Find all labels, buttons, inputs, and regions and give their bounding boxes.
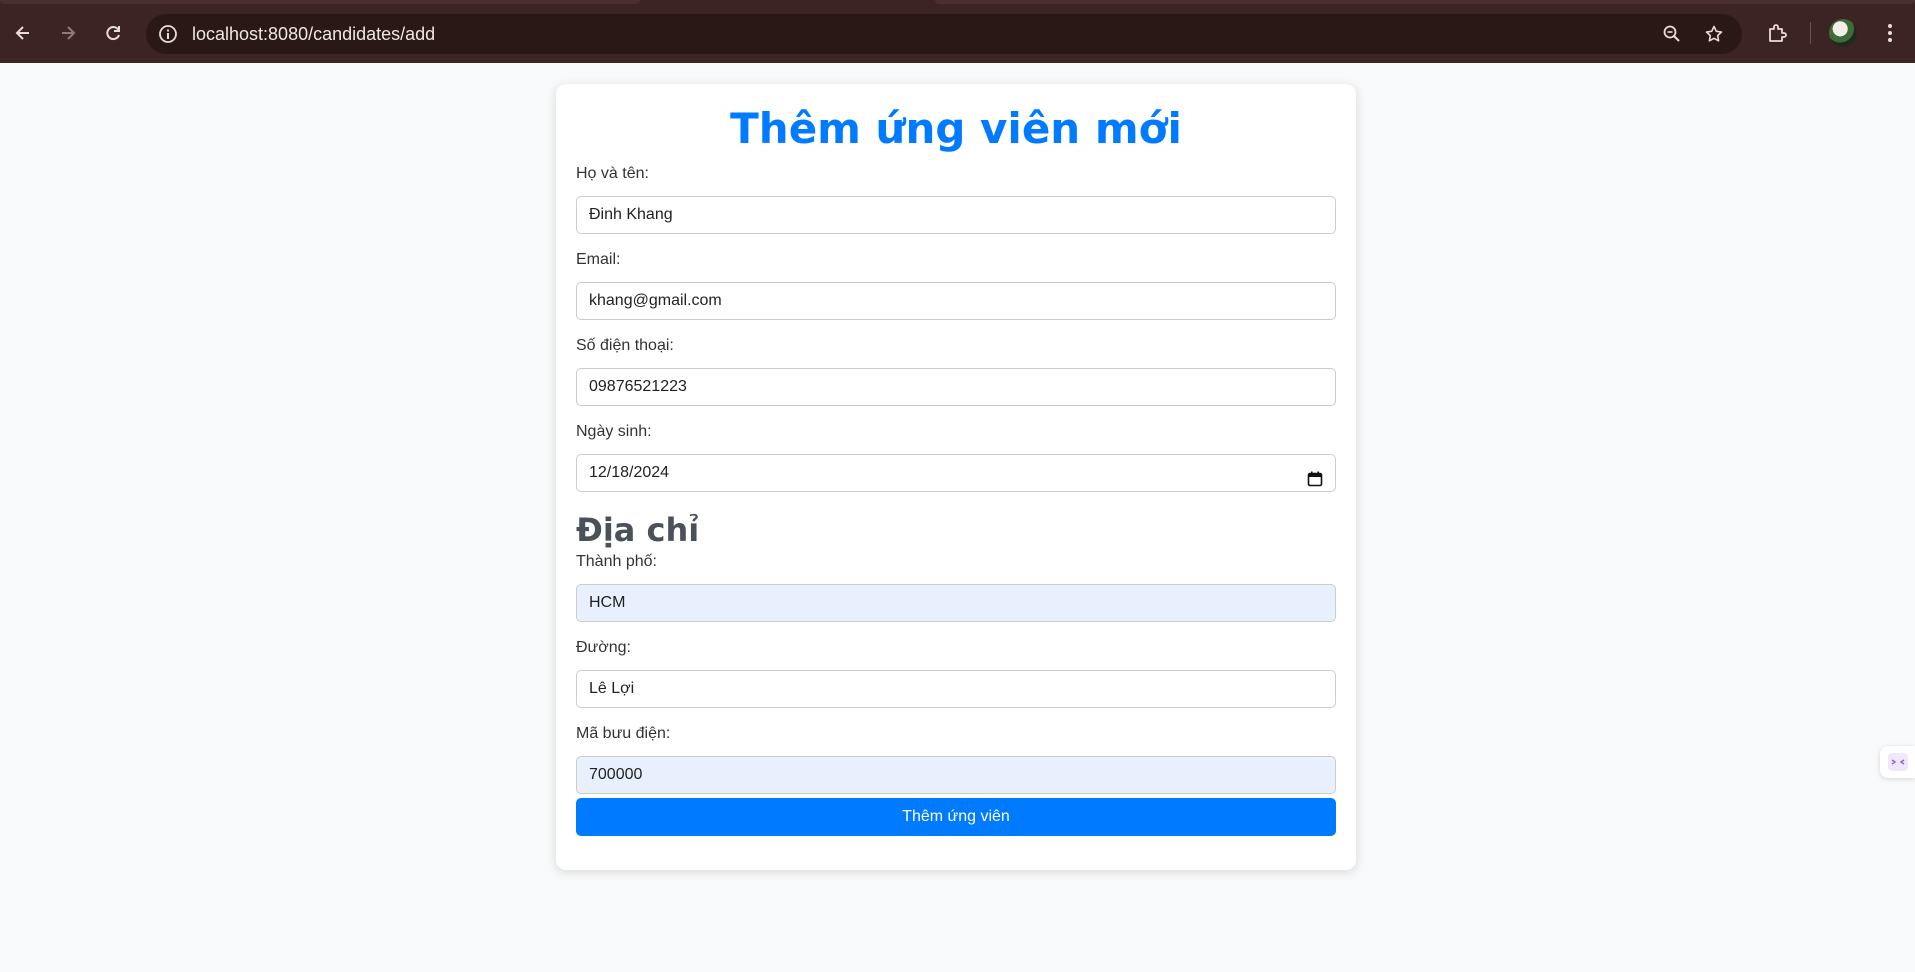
back-arrow-icon[interactable] [8,18,38,48]
email-label: Email: [576,251,621,268]
dob-value: 12/18/2024 [589,464,670,481]
address-bar[interactable]: localhost:8080/candidates/add [146,14,1742,54]
dob-group: Ngày sinh: 12/18/2024 [576,422,1336,494]
calendar-icon[interactable] [1307,465,1323,487]
phone-label: Số điện thoại: [576,337,674,354]
zip-field[interactable]: 700000 [576,756,1336,794]
street-label: Đường: [576,639,631,656]
zoom-icon[interactable] [1660,22,1684,46]
browser-toolbar: localhost:8080/candidates/add [0,0,1915,63]
phone-field[interactable]: 09876521223 [576,368,1336,406]
candidate-form-card: Thêm ứng viên mới Họ và tên: Đinh Khang … [556,84,1356,870]
forward-arrow-icon[interactable] [53,18,83,48]
add-candidate-button[interactable]: Thêm ứng viên [576,798,1336,836]
url-text[interactable]: localhost:8080/candidates/add [192,14,435,54]
dob-field[interactable]: 12/18/2024 [576,454,1336,492]
city-field[interactable]: HCM [576,584,1336,622]
address-heading: Địa chỉ [576,511,700,549]
extensions-icon[interactable] [1762,18,1792,48]
zip-group: Mã bưu điện: 700000 [576,724,1336,794]
city-label: Thành phố: [576,553,657,570]
bookmark-star-icon[interactable] [1702,22,1726,46]
tab-strip-edge [935,0,1915,4]
page-title: Thêm ứng viên mới [730,104,1182,153]
tab-strip-edge [0,0,640,4]
name-group: Họ và tên: Đinh Khang [576,164,1336,250]
dob-label: Ngày sinh: [576,423,652,440]
zip-label: Mã bưu điện: [576,725,671,742]
city-group: Thành phố: HCM [576,552,1336,638]
profile-avatar[interactable] [1829,19,1857,47]
email-field[interactable]: khang@gmail.com [576,282,1336,320]
street-field[interactable]: Lê Lợi [576,670,1336,708]
more-menu-icon[interactable] [1875,18,1905,48]
site-info-icon[interactable] [158,24,178,44]
name-label: Họ và tên: [576,165,649,182]
toolbar-divider [1810,22,1811,44]
name-field[interactable]: Đinh Khang [576,196,1336,234]
email-group: Email: khang@gmail.com [576,250,1336,336]
phone-group: Số điện thoại: 09876521223 [576,336,1336,422]
reload-icon[interactable] [98,18,128,48]
floating-assistant-icon[interactable] [1880,746,1915,778]
street-group: Đường: Lê Lợi [576,638,1336,724]
